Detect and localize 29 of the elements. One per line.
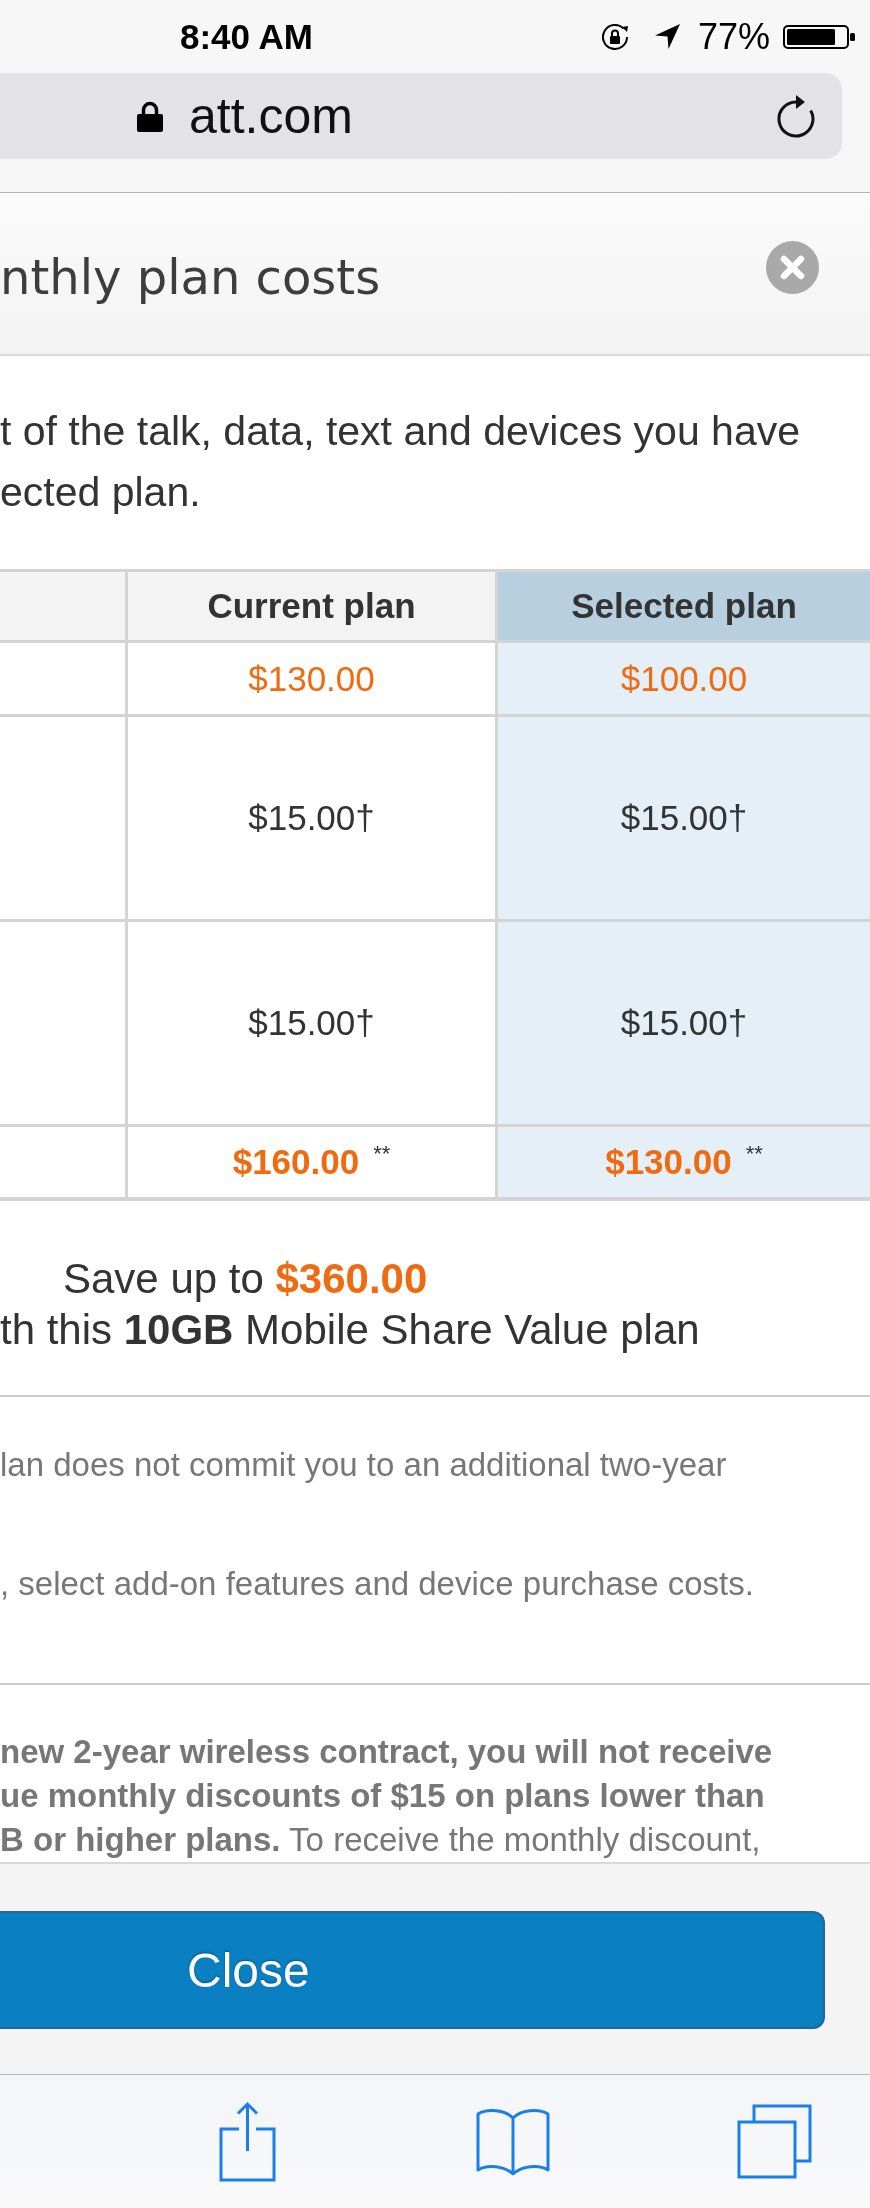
savings-text: Save up to $360.00 th this 10GB Mobile Share Value plan xyxy=(0,1254,701,1355)
table-cell: $130.00 ** xyxy=(498,1127,870,1201)
close-button[interactable]: Close xyxy=(0,1911,825,2029)
orientation-lock-icon xyxy=(600,22,629,51)
footnote-text: , select add-on features and device purchase costs. xyxy=(0,1564,755,1604)
battery-icon xyxy=(783,24,855,49)
table-cell: $15.00† xyxy=(128,717,498,922)
table-cell: $100.00 xyxy=(498,643,870,717)
column-header: Selected plan xyxy=(498,572,870,643)
address-bar[interactable]: att.com xyxy=(0,73,842,159)
table-cell: $15.00† xyxy=(498,717,870,922)
disclaimer-text: new 2-year wireless contract, you will not receive ue monthly discounts of $15 on plans lower than B or higher plans. To receive the monthly discount, xyxy=(0,1732,774,1860)
book-icon[interactable] xyxy=(476,2106,550,2177)
intro-text: t of the talk, data, text and devices you have ected plan. xyxy=(0,407,801,517)
battery-percent: 77% xyxy=(697,15,770,58)
footnote-text: lan does not commit you to an additional two-year xyxy=(0,1445,728,1485)
dialog-title: nthly plan costs xyxy=(0,248,381,305)
close-icon[interactable] xyxy=(766,240,819,294)
lock-icon xyxy=(137,100,163,132)
table-cell: $15.00† xyxy=(128,922,498,1127)
table-cell: $160.00 ** xyxy=(128,1127,498,1201)
location-arrow-icon xyxy=(653,23,681,50)
share-icon[interactable] xyxy=(219,2101,276,2182)
table-cell: $15.00† xyxy=(498,922,870,1127)
reload-icon[interactable] xyxy=(776,93,817,139)
status-time: 8:40 AM xyxy=(180,16,313,57)
table-cell: $130.00 xyxy=(128,643,498,717)
column-header: Current plan xyxy=(128,572,498,643)
tabs-icon[interactable] xyxy=(737,2104,812,2179)
